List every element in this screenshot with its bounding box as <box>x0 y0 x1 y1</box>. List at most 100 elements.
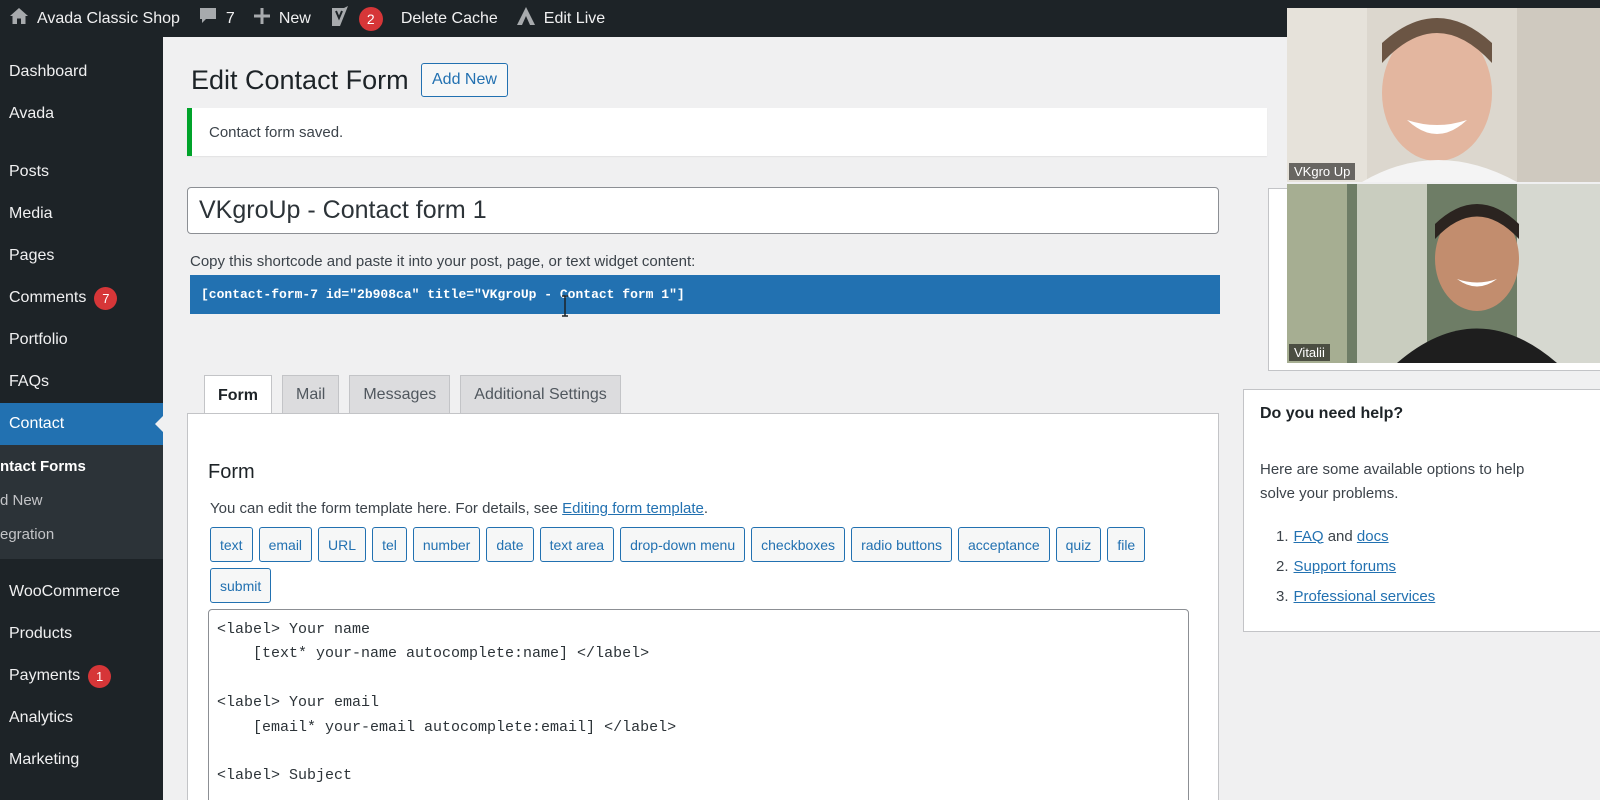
participant-2-video-icon <box>1287 184 1600 363</box>
sidebar-item-label: Media <box>9 205 53 222</box>
sidebar-item-comments[interactable]: Comments 7 <box>0 277 163 319</box>
payments-badge: 1 <box>88 664 112 688</box>
tab-label: Mail <box>296 386 326 403</box>
support-forums-link[interactable]: Support forums <box>1294 558 1397 575</box>
sidebar-item-label: Comments <box>9 289 87 306</box>
comment-icon <box>198 7 218 30</box>
admin-bar-yoast[interactable]: 2 <box>320 0 392 37</box>
sidebar-item-posts[interactable]: Posts <box>0 151 163 193</box>
sidebar-item-pages[interactable]: Pages <box>0 235 163 277</box>
edit-live-label: Edit Live <box>543 9 606 27</box>
help-title: Do you need help? <box>1260 405 1404 422</box>
sidebar-item-contact[interactable]: Contact <box>0 403 163 445</box>
delete-cache-link[interactable]: Delete Cache <box>392 0 507 37</box>
comments-count: 7 <box>225 9 235 27</box>
avada-icon <box>516 6 536 31</box>
submenu-label: egration <box>0 525 55 543</box>
text-cursor-icon <box>561 295 569 317</box>
tab-mail[interactable]: Mail <box>282 375 340 414</box>
editing-form-template-link[interactable]: Editing form template <box>562 500 704 517</box>
help-body: Here are some available options to help … <box>1260 461 1525 502</box>
plus-icon <box>253 7 271 30</box>
faq-link[interactable]: FAQ <box>1294 528 1324 545</box>
sidebar-item-label: Payments <box>9 667 81 684</box>
tag-button-drop-down-menu[interactable]: drop-down menu <box>620 527 746 562</box>
tag-button-url[interactable]: URL <box>318 527 367 562</box>
panel-description: You can edit the form template here. For… <box>210 500 708 517</box>
tag-button-acceptance[interactable]: acceptance <box>958 527 1050 562</box>
shortcode-field[interactable]: [contact-form-7 id="2b908ca" title="VKgr… <box>190 275 1220 314</box>
comments-badge: 7 <box>94 286 118 310</box>
sidebar-item-media[interactable]: Media <box>0 193 163 235</box>
sidebar-item-woocommerce[interactable]: WooCommerce <box>0 571 163 613</box>
sidebar-item-label: WooCommerce <box>9 583 120 600</box>
tag-button-file[interactable]: file <box>1107 527 1146 562</box>
professional-services-link[interactable]: Professional services <box>1294 588 1436 605</box>
desc-text: You can edit the form template here. For… <box>210 500 563 517</box>
admin-bar-site[interactable]: Avada Classic Shop <box>0 0 189 37</box>
tag-button-radio-buttons[interactable]: radio buttons <box>851 527 953 562</box>
sidebar-item-payments[interactable]: Payments 1 <box>0 655 163 697</box>
sidebar-item-label: Avada <box>9 105 55 122</box>
form-title-input[interactable]: VKgroUp - Contact form 1 <box>187 187 1219 234</box>
admin-bar-new[interactable]: New <box>244 0 320 37</box>
tag-button-submit[interactable]: submit <box>210 568 272 603</box>
tab-form[interactable]: Form <box>204 375 272 415</box>
desc-suffix: . <box>703 500 709 517</box>
help-item: 2. Support forums <box>1276 557 1397 575</box>
edit-live-link[interactable]: Edit Live <box>507 0 614 37</box>
shortcode-label: Copy this shortcode and paste it into yo… <box>190 253 696 270</box>
tag-button-checkboxes[interactable]: checkboxes <box>751 527 846 562</box>
sidebar-item-label: Analytics <box>9 709 74 726</box>
sidebar-item-products[interactable]: Products <box>0 613 163 655</box>
panel-title: Form <box>208 461 255 483</box>
admin-bar-comments[interactable]: 7 <box>189 0 244 37</box>
delete-cache-label: Delete Cache <box>400 9 498 27</box>
submenu-integration[interactable]: egration <box>0 517 163 551</box>
tag-button-email[interactable]: email <box>258 527 313 562</box>
tab-additional-settings[interactable]: Additional Settings <box>460 375 621 414</box>
submenu-label: ntact Forms <box>0 457 86 475</box>
sidebar-item-label: Products <box>9 625 73 642</box>
sidebar-item-faqs[interactable]: FAQs <box>0 361 163 403</box>
tag-button-date[interactable]: date <box>486 527 534 562</box>
participant-2-name: Vitalii <box>1289 344 1330 361</box>
sidebar-item-label: Posts <box>9 163 50 180</box>
shortcode-text: [contact-form-7 id="2b908ca" title="VKgr… <box>201 287 685 302</box>
home-icon <box>9 7 29 30</box>
admin-sidebar: Dashboard Avada Posts Media Pages Commen… <box>0 37 163 800</box>
yoast-badge: 2 <box>358 6 383 31</box>
submenu-contact-forms[interactable]: ntact Forms <box>0 449 163 483</box>
tag-button-number[interactable]: number <box>412 527 481 562</box>
add-new-button[interactable]: Add New <box>421 63 508 97</box>
page-title: Edit Contact Form <box>191 65 409 95</box>
sidebar-item-dashboard[interactable]: Dashboard <box>0 51 163 93</box>
form-template-editor[interactable]: <label> Your name [text* your-name autoc… <box>208 609 1189 800</box>
sidebar-item-analytics[interactable]: Analytics <box>0 697 163 739</box>
help-and: and <box>1327 527 1353 545</box>
sidebar-item-label: Portfolio <box>9 331 68 348</box>
video-tile-participant-2: Vitalii <box>1287 184 1600 363</box>
form-tabs: Form Mail Messages Additional Settings <box>204 375 631 415</box>
sidebar-item-label: FAQs <box>9 373 50 390</box>
tag-button-quiz[interactable]: quiz <box>1055 527 1102 562</box>
sidebar-item-avada[interactable]: Avada <box>0 93 163 135</box>
new-label: New <box>278 9 311 27</box>
help-list: 1. FAQ and docs 2. Support forums 3. Profes… <box>1260 521 1435 611</box>
sidebar-item-portfolio[interactable]: Portfolio <box>0 319 163 361</box>
tag-button-text[interactable]: text <box>210 527 253 562</box>
sidebar-item-label: Contact <box>9 415 65 432</box>
form-panel: Form You can edit the form template here… <box>187 413 1219 800</box>
tab-label: Messages <box>363 386 437 403</box>
docs-link[interactable]: docs <box>1357 528 1389 545</box>
help-item: 3. Professional services <box>1276 587 1436 605</box>
site-name: Avada Classic Shop <box>37 9 180 27</box>
submenu-add-new[interactable]: d New <box>0 483 163 517</box>
sidebar-item-marketing[interactable]: Marketing <box>0 739 163 781</box>
tag-button-tel[interactable]: tel <box>372 527 407 562</box>
tag-generator-buttons: text email URL tel number date text area drop-d… <box>210 527 1210 609</box>
tab-messages[interactable]: Messages <box>349 375 451 414</box>
tab-label: Additional Settings <box>474 386 607 403</box>
tag-button-text-area[interactable]: text area <box>539 527 615 562</box>
sidebar-item-label: Marketing <box>9 751 80 768</box>
